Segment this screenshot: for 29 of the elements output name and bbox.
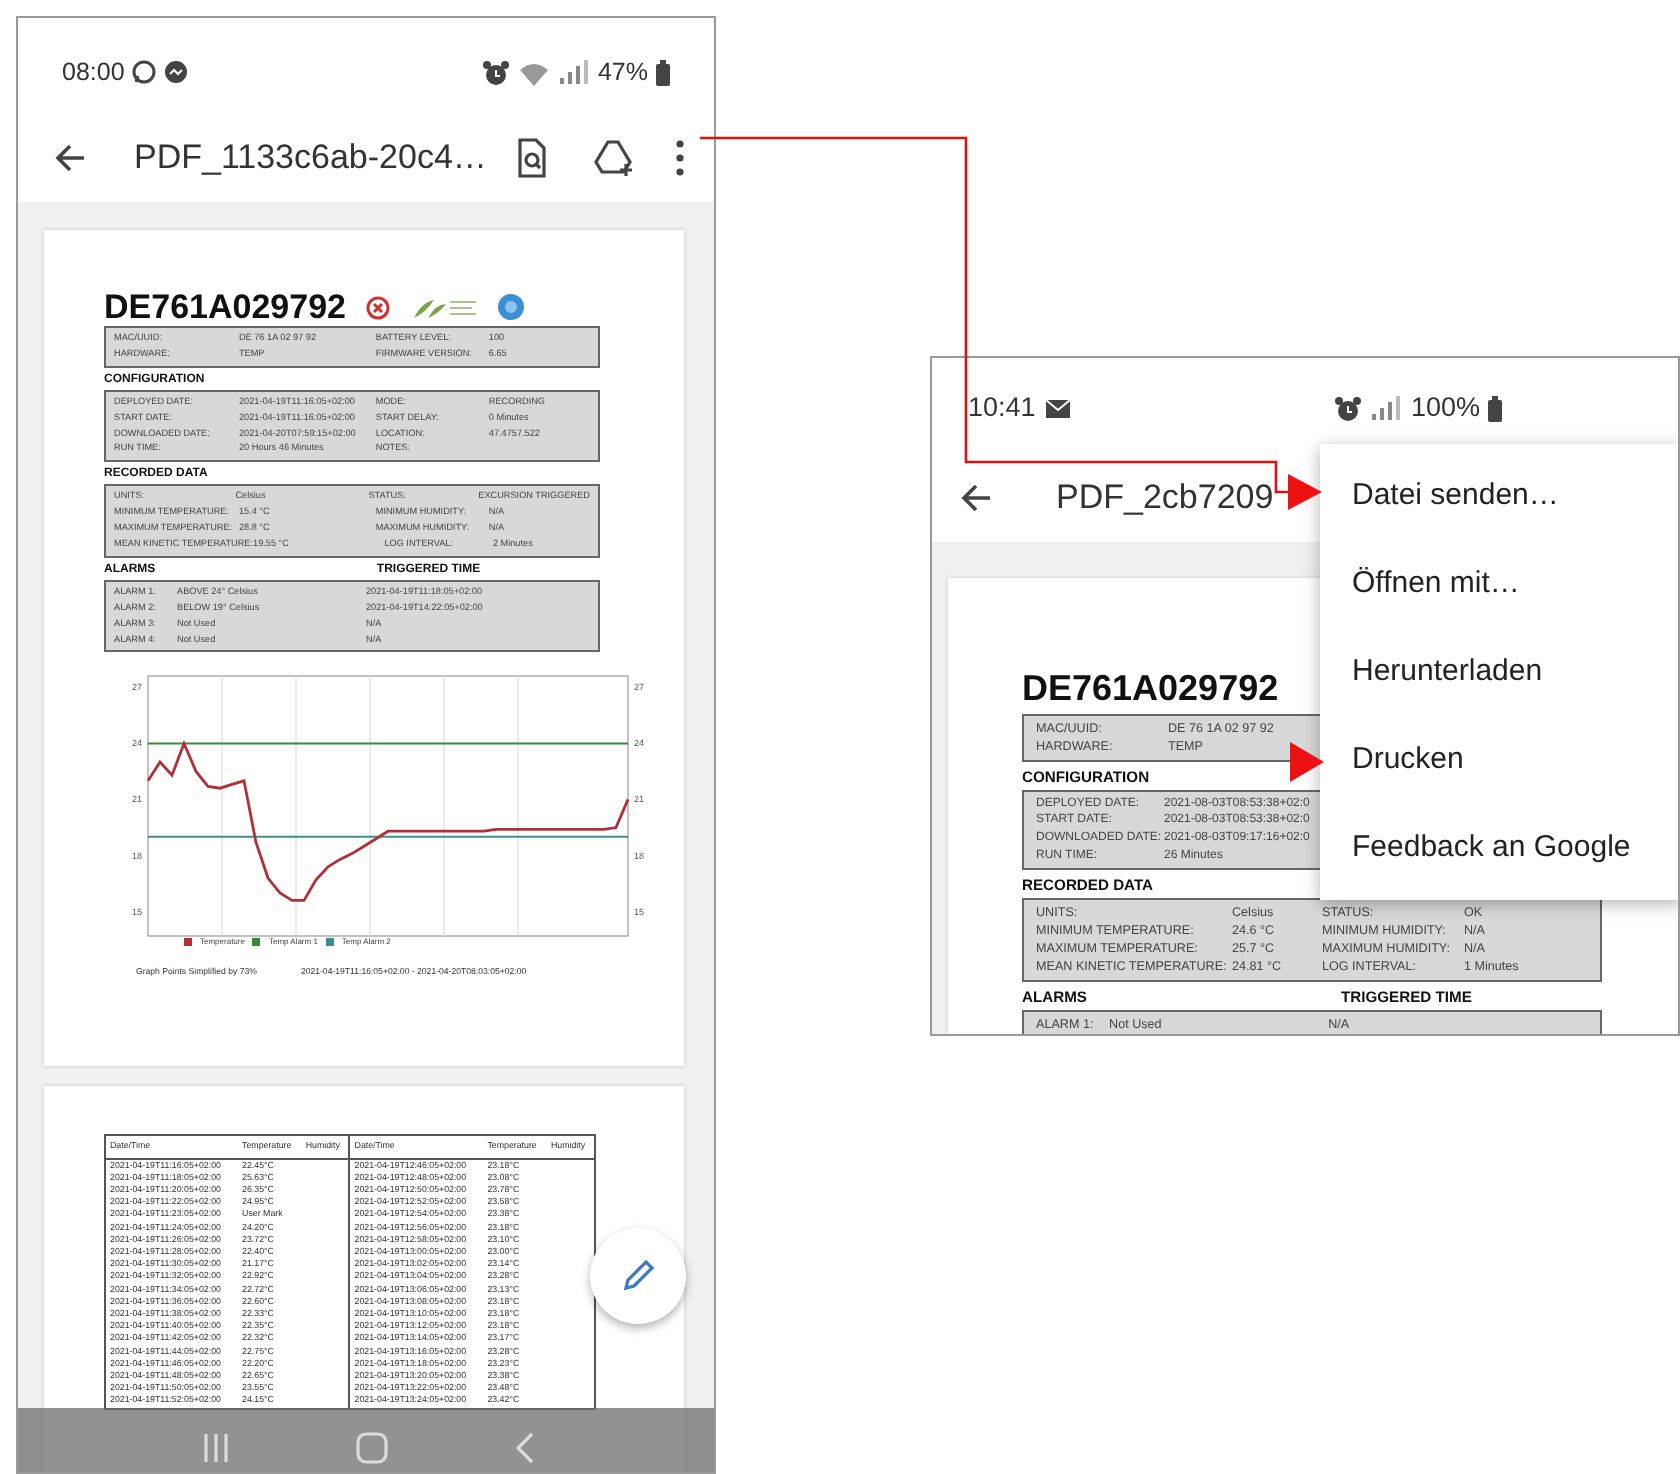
battery-icon <box>1488 395 1502 421</box>
menu-item[interactable]: Drucken <box>1320 716 1678 804</box>
alarm-icon <box>1334 395 1363 421</box>
signal-icon <box>1370 396 1403 420</box>
document-search-icon[interactable] <box>514 138 550 178</box>
alarm-icon <box>481 59 510 85</box>
round-logo-icon <box>497 294 524 320</box>
status-time: 08:00 <box>62 55 125 90</box>
signal-icon <box>557 60 590 84</box>
menu-item[interactable]: Öffnen mit… <box>1320 540 1678 628</box>
menu-item[interactable]: Datei senden… <box>1320 452 1678 540</box>
battery-icon <box>656 59 670 85</box>
menu-item[interactable]: Herunterladen <box>1320 628 1678 716</box>
pointer-arrow <box>1290 742 1324 782</box>
battery-percentage: 47% <box>597 55 648 90</box>
menu-item[interactable]: Feedback an Google <box>1320 804 1678 892</box>
device-id-title: DE761A029792 <box>104 290 346 324</box>
wifi-icon <box>517 59 550 85</box>
device-id-title: DE761A029792 <box>1022 670 1279 706</box>
pencil-icon <box>620 1258 656 1294</box>
mail-icon <box>1043 395 1072 421</box>
document-title: PDF_2cb7209 <box>1056 476 1274 521</box>
error-circle-icon <box>365 295 390 319</box>
status-time: 10:41 <box>968 389 1036 426</box>
document-title: PDF_1133c6ab-20c4… <box>134 136 489 181</box>
battery-percentage: 100% <box>1410 389 1480 426</box>
chat-icon <box>164 60 189 84</box>
chat-icon <box>132 60 157 84</box>
more-options-icon[interactable] <box>674 138 686 178</box>
